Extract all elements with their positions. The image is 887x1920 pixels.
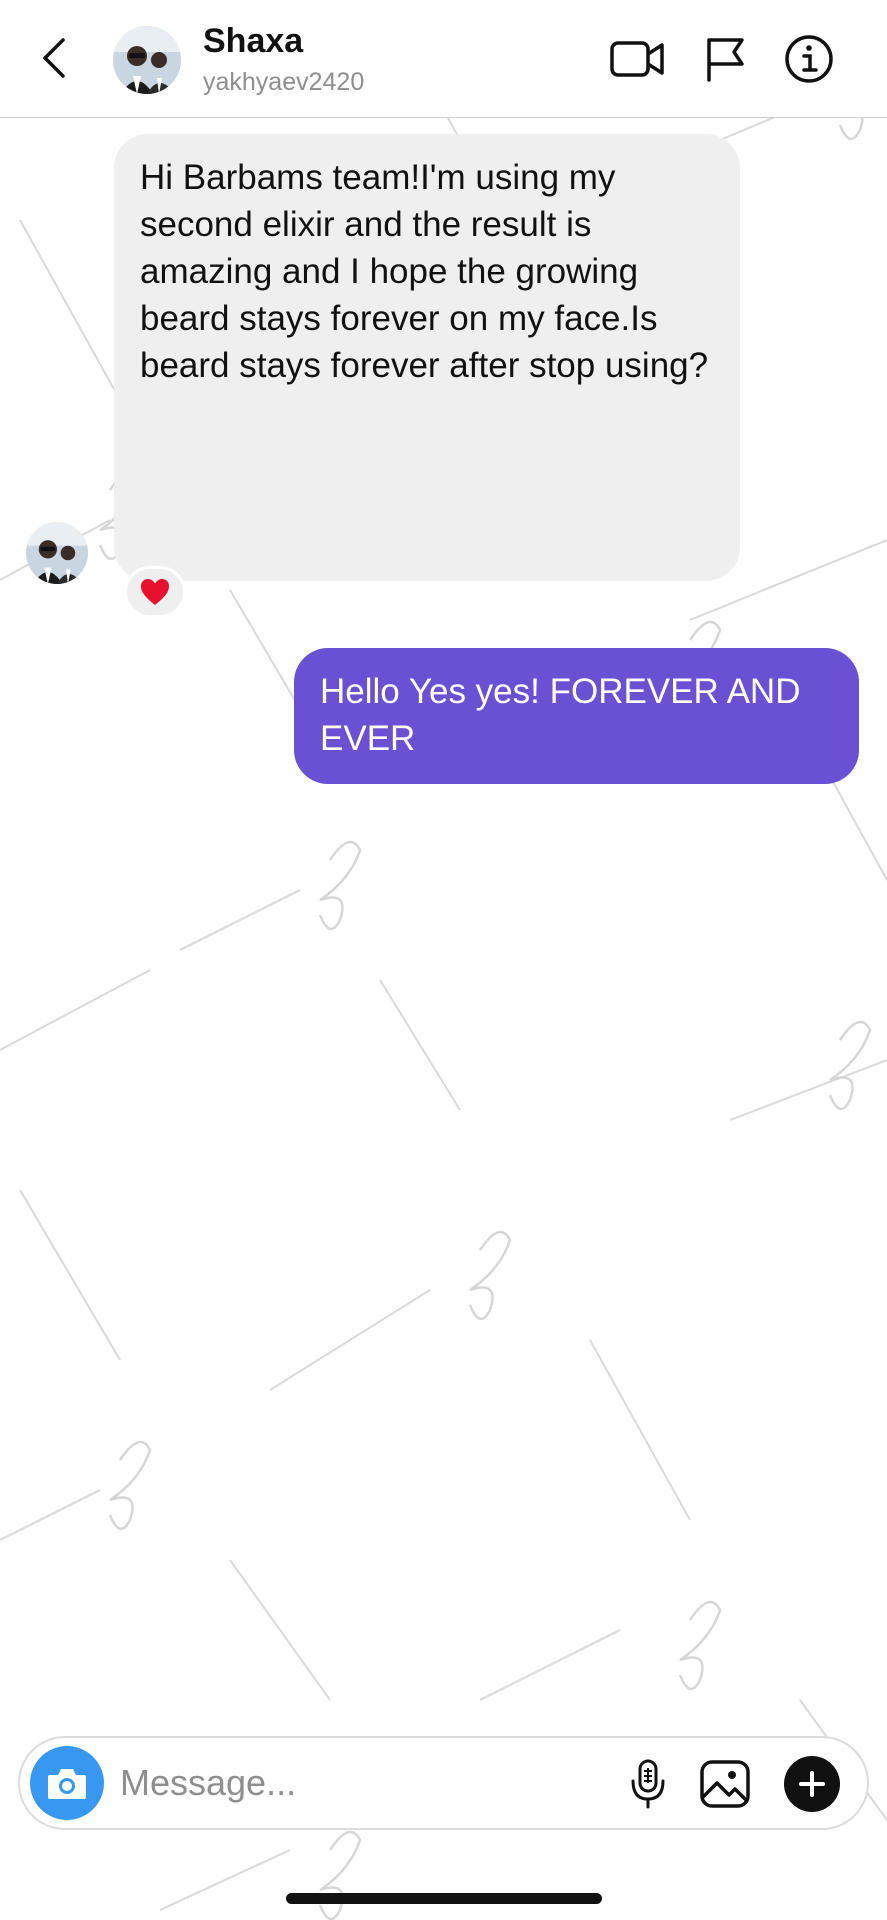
- message-composer: [18, 1736, 869, 1830]
- video-call-button[interactable]: [608, 30, 666, 88]
- more-options-button[interactable]: [784, 1756, 840, 1812]
- message-input[interactable]: [120, 1754, 520, 1812]
- contact-name[interactable]: Shaxa: [203, 22, 303, 61]
- camera-button[interactable]: [30, 1746, 104, 1820]
- sender-avatar[interactable]: [26, 522, 88, 584]
- contact-avatar[interactable]: [113, 26, 181, 94]
- gallery-icon: [700, 1760, 750, 1808]
- back-chevron-icon: [43, 38, 65, 78]
- gallery-button[interactable]: [696, 1756, 754, 1812]
- contact-username: yakhyaev2420: [203, 68, 365, 96]
- camera-icon: [48, 1769, 86, 1799]
- plus-icon: [799, 1771, 825, 1797]
- chat-header: Shaxa yakhyaev2420: [0, 0, 887, 118]
- outgoing-message-text: Hello Yes yes! FOREVER AND EVER: [320, 672, 801, 758]
- heart-icon: [141, 579, 169, 605]
- video-call-icon: [610, 41, 664, 77]
- home-indicator[interactable]: [286, 1893, 602, 1904]
- outgoing-message-bubble[interactable]: Hello Yes yes! FOREVER AND EVER: [294, 648, 859, 784]
- avatar-photo-icon: [26, 522, 88, 584]
- incoming-message-text: Hi Barbams team!I'm using my second elix…: [140, 158, 709, 385]
- incoming-message-bubble[interactable]: Hi Barbams team!I'm using my second elix…: [114, 134, 740, 581]
- back-button[interactable]: [34, 30, 74, 86]
- info-icon: [785, 35, 833, 83]
- info-button[interactable]: [780, 30, 838, 88]
- avatar-photo-icon: [113, 26, 181, 94]
- microphone-icon: [631, 1759, 665, 1809]
- voice-message-button[interactable]: [620, 1756, 676, 1812]
- report-button[interactable]: [696, 30, 754, 88]
- message-reaction[interactable]: [124, 566, 186, 618]
- flag-icon: [707, 38, 744, 82]
